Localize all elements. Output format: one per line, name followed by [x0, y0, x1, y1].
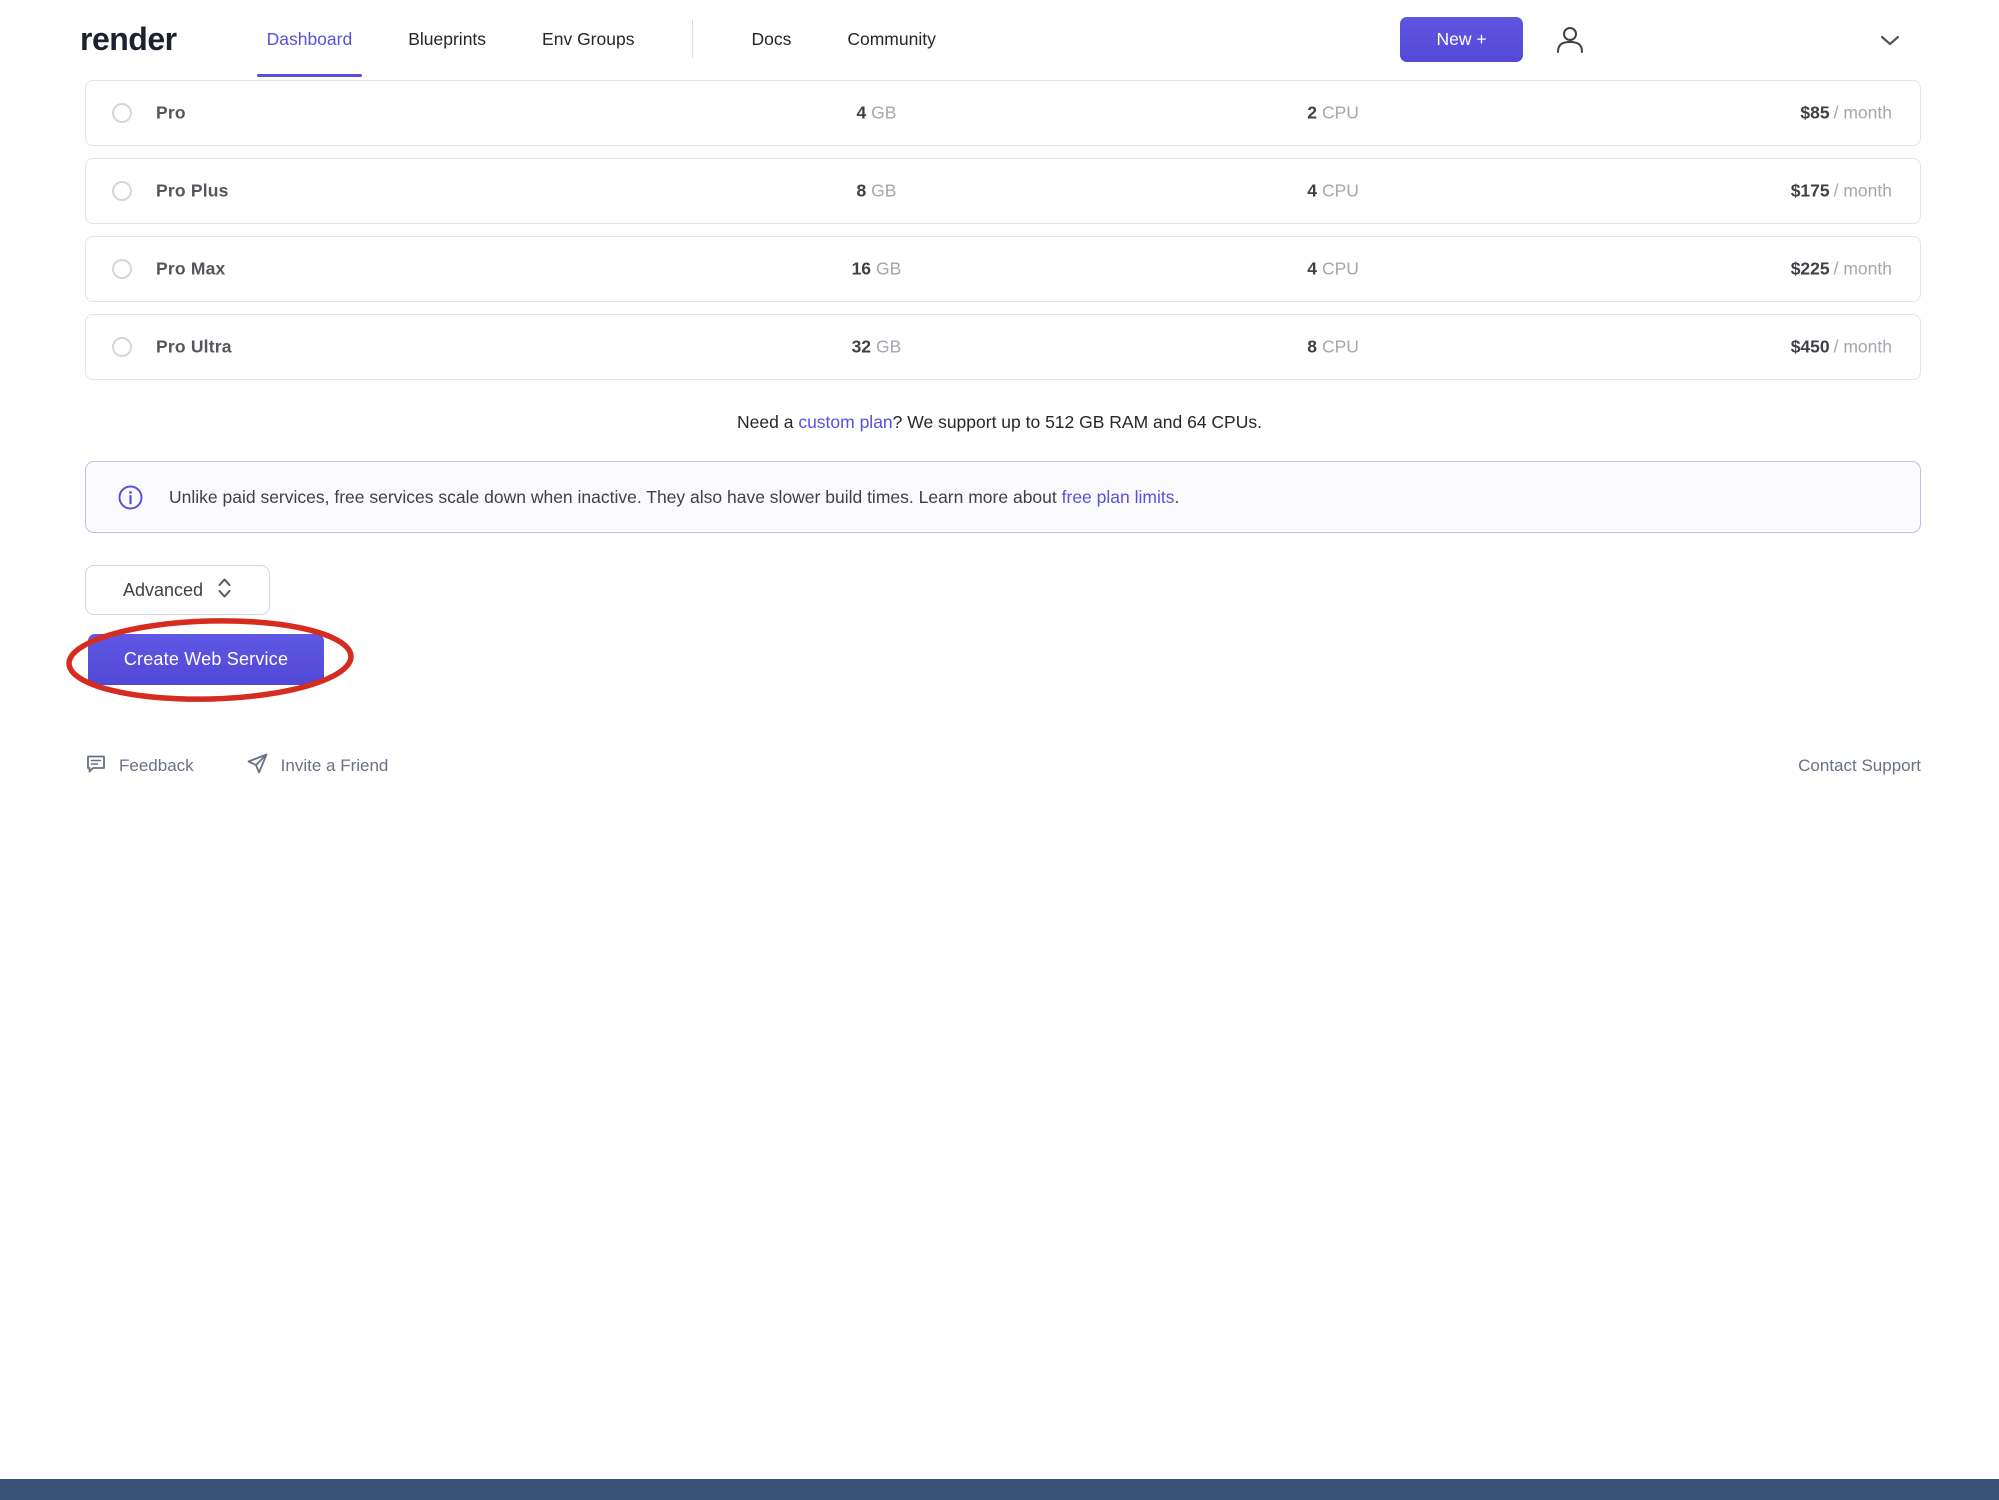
new-button[interactable]: New + [1400, 17, 1523, 62]
nav-blueprints[interactable]: Blueprints [406, 0, 488, 78]
plan-ram: 32GB [852, 337, 902, 358]
custom-plan-text-after: ? We support up to 512 GB RAM and 64 CPU… [893, 412, 1262, 432]
bottom-bar [0, 1479, 1999, 1500]
nav-env-groups[interactable]: Env Groups [540, 0, 636, 78]
feedback-link[interactable]: Feedback [85, 753, 194, 780]
feedback-label: Feedback [119, 756, 194, 776]
free-plan-notice-banner: Unlike paid services, free services scal… [85, 461, 1921, 533]
advanced-toggle[interactable]: Advanced [85, 565, 270, 615]
plan-price: $85/ month [1800, 103, 1892, 124]
plan-radio[interactable] [112, 337, 132, 357]
plan-radio[interactable] [112, 103, 132, 123]
plan-list: Pro 4GB 2CPU $85/ month Pro Plus 8GB 4CP… [85, 80, 1921, 392]
top-navbar: render Dashboard Blueprints Env Groups D… [0, 0, 1999, 78]
invite-a-friend-link[interactable]: Invite a Friend [246, 752, 389, 780]
invite-label: Invite a Friend [281, 756, 389, 776]
create-web-service-button[interactable]: Create Web Service [88, 634, 324, 685]
plan-row-pro-max[interactable]: Pro Max 16GB 4CPU $225/ month [85, 236, 1921, 302]
plan-cpu: 4CPU [1307, 181, 1359, 202]
plan-name: Pro Ultra [156, 337, 232, 358]
plan-row-pro-plus[interactable]: Pro Plus 8GB 4CPU $175/ month [85, 158, 1921, 224]
plan-radio[interactable] [112, 259, 132, 279]
nav-divider [692, 20, 693, 58]
plan-ram: 8GB [856, 181, 896, 202]
contact-support-link[interactable]: Contact Support [1798, 756, 1921, 776]
nav-docs[interactable]: Docs [749, 0, 793, 78]
plan-cpu: 4CPU [1307, 259, 1359, 280]
custom-plan-text-before: Need a [737, 412, 798, 432]
render-logo[interactable]: render [80, 21, 177, 58]
send-icon [246, 752, 269, 780]
free-plan-limits-link[interactable]: free plan limits [1062, 487, 1175, 507]
main-nav: Dashboard Blueprints Env Groups Docs Com… [265, 0, 938, 78]
advanced-label: Advanced [123, 580, 203, 601]
plan-row-pro[interactable]: Pro 4GB 2CPU $85/ month [85, 80, 1921, 146]
feedback-icon [85, 753, 107, 780]
info-icon [118, 485, 143, 510]
user-account-icon[interactable] [1550, 20, 1590, 60]
custom-plan-line: Need a custom plan? We support up to 512… [0, 412, 1999, 433]
page-footer: Feedback Invite a Friend Contact Support [85, 752, 1921, 780]
plan-radio[interactable] [112, 181, 132, 201]
notice-text: Unlike paid services, free services scal… [169, 487, 1179, 508]
plan-row-pro-ultra[interactable]: Pro Ultra 32GB 8CPU $450/ month [85, 314, 1921, 380]
plan-name: Pro [156, 103, 186, 124]
nav-dashboard[interactable]: Dashboard [265, 0, 355, 78]
custom-plan-link[interactable]: custom plan [798, 412, 892, 432]
nav-community[interactable]: Community [845, 0, 938, 78]
plan-ram: 16GB [852, 259, 902, 280]
plan-cpu: 2CPU [1307, 103, 1359, 124]
plan-ram: 4GB [856, 103, 896, 124]
plan-cpu: 8CPU [1307, 337, 1359, 358]
plan-price: $450/ month [1791, 337, 1892, 358]
plan-price: $225/ month [1791, 259, 1892, 280]
page: render Dashboard Blueprints Env Groups D… [0, 0, 1999, 1500]
plan-name: Pro Max [156, 259, 225, 280]
unfold-icon [217, 577, 232, 604]
plan-price: $175/ month [1791, 181, 1892, 202]
chevron-down-icon[interactable] [1876, 28, 1904, 52]
plan-name: Pro Plus [156, 181, 229, 202]
